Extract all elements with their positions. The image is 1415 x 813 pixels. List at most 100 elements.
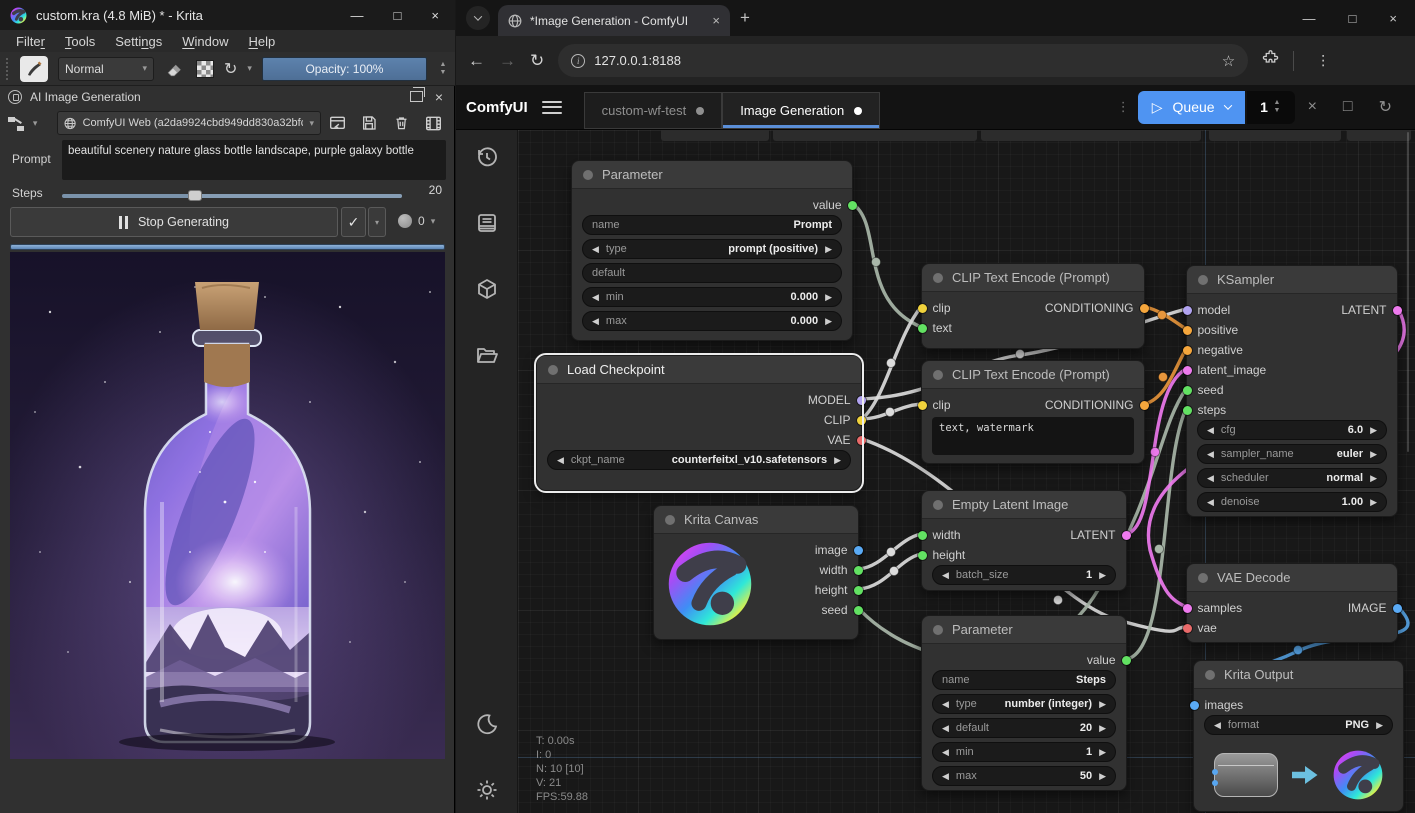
node-empty-latent-image[interactable]: Empty Latent ImagewidthLATENTheight◀batc…	[921, 490, 1127, 591]
widget-name[interactable]: nameSteps	[932, 670, 1116, 690]
widget-max[interactable]: ◀max0.000▶	[582, 311, 842, 331]
decrement-icon[interactable]: ◀	[557, 455, 564, 466]
decrement-icon[interactable]: ◀	[1214, 720, 1221, 731]
chevron-down-icon[interactable]: ▾	[33, 118, 38, 129]
increment-icon[interactable]: ▶	[834, 455, 841, 466]
decrement-icon[interactable]: ◀	[942, 723, 949, 734]
reload-preset-button[interactable]: ↻	[224, 59, 237, 79]
output-port-IMAGE[interactable]: IMAGE	[1348, 601, 1397, 615]
refresh-icon[interactable]: ↻	[1366, 97, 1405, 117]
node-parameter-prompt[interactable]: ParametervaluenamePrompt◀typeprompt (pos…	[571, 160, 853, 341]
decrement-icon[interactable]: ◀	[942, 699, 949, 710]
menu-tools[interactable]: Tools	[65, 34, 95, 49]
increment-icon[interactable]: ▶	[1099, 723, 1106, 734]
decrement-icon[interactable]: ◀	[592, 316, 599, 327]
lock-icon[interactable]	[8, 90, 22, 104]
input-port-width[interactable]: width	[922, 528, 961, 542]
node-title-bar[interactable]: CLIP Text Encode (Prompt)	[922, 361, 1144, 389]
collapse-dot-icon[interactable]	[583, 170, 593, 180]
queue-options-icon[interactable]: ⋮	[1109, 99, 1138, 115]
node-krita-output[interactable]: Krita Outputimages◀formatPNG▶	[1193, 660, 1404, 812]
input-port-clip[interactable]: clip	[922, 398, 951, 412]
forward-button[interactable]: →	[499, 51, 516, 71]
node-krita-canvas[interactable]: Krita Canvasimagewidthheightseed	[653, 505, 859, 640]
stop-icon[interactable]: □	[1330, 98, 1366, 116]
output-port-LATENT[interactable]: LATENT	[1070, 528, 1126, 542]
clear-queue-icon[interactable]: ×	[1295, 98, 1330, 116]
browser-menu-icon[interactable]: ⋮	[1308, 52, 1338, 69]
menu-filter[interactable]: Filter	[16, 34, 45, 49]
preserve-alpha-button[interactable]	[196, 60, 214, 78]
menu-help[interactable]: Help	[249, 34, 276, 49]
site-info-icon[interactable]: i	[571, 54, 585, 68]
output-port-CONDITIONING[interactable]: CONDITIONING	[1045, 398, 1144, 412]
decrement-icon[interactable]: ◀	[942, 771, 949, 782]
increment-icon[interactable]: ▶	[1370, 425, 1377, 436]
node-title-bar[interactable]: CLIP Text Encode (Prompt)	[922, 264, 1144, 292]
node-parameter-steps[interactable]: ParametervaluenameSteps◀typenumber (inte…	[921, 615, 1127, 791]
decrement-icon[interactable]: ◀	[592, 244, 599, 255]
close-button[interactable]: ×	[1389, 11, 1397, 26]
increment-icon[interactable]: ▶	[1099, 771, 1106, 782]
input-port-images[interactable]: images	[1194, 698, 1243, 712]
node-clip-text-encode-negative[interactable]: CLIP Text Encode (Prompt) clip CONDITIONIN…	[921, 360, 1145, 464]
input-port-samples[interactable]: samples	[1187, 601, 1242, 615]
node-ksampler[interactable]: KSamplermodelLATENTpositivenegativelaten…	[1186, 265, 1398, 517]
hamburger-menu-icon[interactable]	[542, 101, 562, 114]
node-title-bar[interactable]: KSampler	[1187, 266, 1397, 294]
opacity-spinner[interactable]: ▲ ▼	[437, 61, 449, 77]
toolbar-grip[interactable]	[6, 58, 10, 80]
output-port-width[interactable]: width	[819, 563, 858, 577]
widget-scheduler[interactable]: ◀schedulernormal▶	[1197, 468, 1387, 488]
widget-name[interactable]: namePrompt	[582, 215, 842, 235]
eraser-button[interactable]	[164, 58, 186, 80]
float-docker-icon[interactable]	[410, 91, 423, 102]
node-library-ic[interactable]	[474, 210, 500, 236]
input-port-model[interactable]: model	[1187, 303, 1230, 317]
close-button[interactable]: ×	[431, 8, 439, 23]
prompt-input[interactable]: beautiful scenery nature glass bottle la…	[62, 140, 446, 180]
node-title-bar[interactable]: Load Checkpoint	[537, 356, 861, 384]
increment-icon[interactable]: ▶	[825, 244, 832, 255]
workflow-tab-custom-wf-test[interactable]: custom-wf-test	[584, 92, 723, 129]
widget-sampler_name[interactable]: ◀sampler_nameeuler▶	[1197, 444, 1387, 464]
decrement-icon[interactable]: ◀	[1207, 425, 1214, 436]
node-clip-text-encode-positive[interactable]: CLIP Text Encode (Prompt)clipCONDITIONIN…	[921, 263, 1145, 349]
output-port-MODEL[interactable]: MODEL	[808, 393, 861, 407]
collapse-dot-icon[interactable]	[665, 515, 675, 525]
maximize-button[interactable]: □	[394, 8, 402, 23]
open-webui-button[interactable]	[327, 113, 347, 133]
text-widget[interactable]: text, watermark	[932, 417, 1134, 455]
extensions-icon[interactable]	[1262, 50, 1279, 72]
server-select[interactable]: ComfyUI Web (a2da9924cbd949dd830a32bfcae…	[57, 111, 321, 135]
browser-tab[interactable]: *Image Generation - ComfyUI ×	[498, 5, 730, 36]
chevron-down-icon[interactable]: ▾	[247, 63, 252, 74]
widget-denoise[interactable]: ◀denoise1.00▶	[1197, 492, 1387, 512]
workflow-tab-image-generation[interactable]: Image Generation	[722, 92, 880, 129]
collapse-dot-icon[interactable]	[1198, 573, 1208, 583]
input-port-text[interactable]: text	[922, 321, 952, 335]
workflow-icon[interactable]	[8, 115, 27, 131]
input-port-seed[interactable]: seed	[1187, 383, 1224, 397]
node-canvas[interactable]: ParametervaluenamePrompt◀typeprompt (pos…	[518, 130, 1415, 813]
collapse-dot-icon[interactable]	[933, 273, 943, 283]
workflows-ic[interactable]	[474, 342, 500, 368]
reload-button[interactable]: ↻	[530, 51, 544, 71]
increment-icon[interactable]: ▶	[1370, 473, 1377, 484]
widget-cfg[interactable]: ◀cfg6.0▶	[1197, 420, 1387, 440]
collapse-dot-icon[interactable]	[933, 500, 943, 510]
node-title-bar[interactable]: Krita Canvas	[654, 506, 858, 534]
node-vae-decode[interactable]: VAE DecodesamplesIMAGEvae	[1186, 563, 1398, 643]
widget-default[interactable]: ◀default20▶	[932, 718, 1116, 738]
save-icon[interactable]	[359, 113, 379, 133]
increment-icon[interactable]: ▶	[825, 316, 832, 327]
widget-max[interactable]: ◀max50▶	[932, 766, 1116, 786]
widget-type[interactable]: ◀typenumber (integer)▶	[932, 694, 1116, 714]
input-port-negative[interactable]: negative	[1187, 343, 1243, 357]
collapse-dot-icon[interactable]	[1205, 670, 1215, 680]
opacity-slider[interactable]: Opacity: 100%	[262, 57, 427, 81]
film-icon[interactable]	[423, 113, 443, 133]
widget-format[interactable]: ◀formatPNG▶	[1204, 715, 1393, 735]
node-title-bar[interactable]: VAE Decode	[1187, 564, 1397, 592]
refresh-status[interactable]: 0 ▾	[398, 214, 435, 228]
